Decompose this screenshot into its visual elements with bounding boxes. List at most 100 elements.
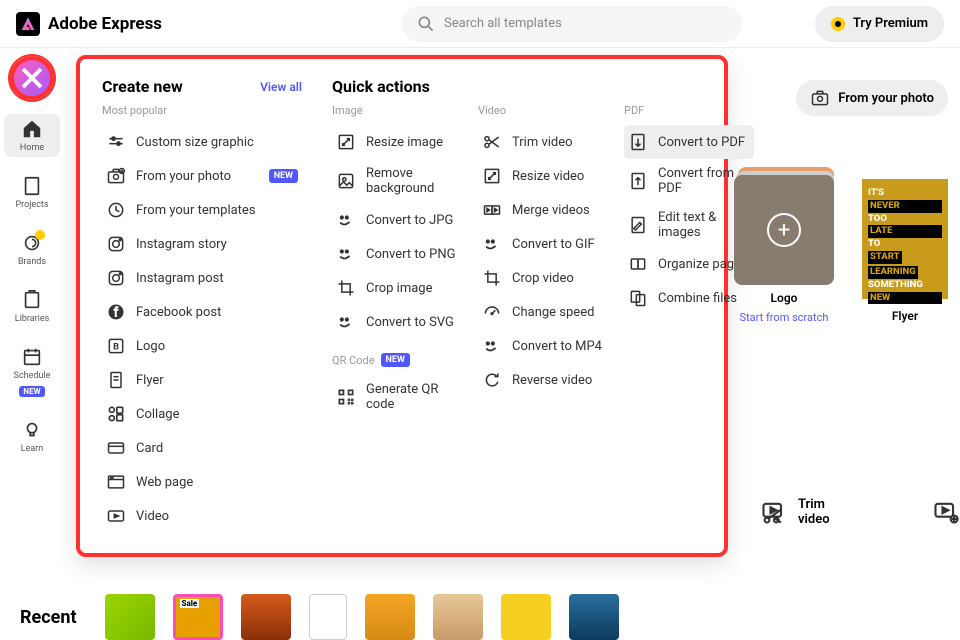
search-placeholder: Search all templates xyxy=(444,16,562,31)
menu-item-convert-to-pdf[interactable]: Convert to PDF xyxy=(624,125,754,159)
schedule-icon xyxy=(21,346,43,368)
menu-item-crop-video[interactable]: Crop video xyxy=(478,261,608,295)
search-input[interactable]: Search all templates xyxy=(402,6,742,42)
crop-icon xyxy=(482,268,502,288)
libraries-icon xyxy=(21,289,43,311)
adobe-logo-icon xyxy=(16,12,40,36)
share-video-tile[interactable] xyxy=(932,497,960,527)
menu-item-convert-to-mp4[interactable]: Convert to MP4 xyxy=(478,329,608,363)
menu-item-convert-to-svg[interactable]: Convert to SVG xyxy=(332,305,462,339)
menu-item-video[interactable]: Video xyxy=(102,499,302,533)
search-icon xyxy=(416,14,436,34)
starter-cards: + Logo Start from scratch IT'S NEVER TOO… xyxy=(734,175,952,324)
resize-icon xyxy=(482,166,502,186)
combine-icon xyxy=(628,288,648,308)
menu-item-convert-to-gif[interactable]: Convert to GIF xyxy=(478,227,608,261)
menu-item-change-speed[interactable]: Change speed xyxy=(478,295,608,329)
trim-video-tile[interactable]: Trim video xyxy=(760,497,852,527)
menu-item-collage[interactable]: Collage xyxy=(102,397,302,431)
plus-icon: + xyxy=(767,213,801,247)
nav-projects[interactable]: Projects xyxy=(4,171,60,214)
recent-thumb[interactable] xyxy=(433,594,483,640)
menu-item-trim-video[interactable]: Trim video xyxy=(478,125,608,159)
view-all-link[interactable]: View all xyxy=(260,80,302,94)
nav-brands[interactable]: Brands xyxy=(4,228,60,271)
menu-item-custom-size-graphic[interactable]: Custom size graphic xyxy=(102,125,302,159)
brand-name: Adobe Express xyxy=(48,14,162,34)
nav-libraries[interactable]: Libraries xyxy=(4,285,60,328)
pdffrom-icon xyxy=(628,171,648,191)
menu-item-card[interactable]: Card xyxy=(102,431,302,465)
learn-icon xyxy=(21,419,43,441)
recent-thumb[interactable] xyxy=(309,594,347,640)
svg-text:B: B xyxy=(113,342,119,352)
menu-item-resize-image[interactable]: Resize image xyxy=(332,125,462,159)
share-video-icon xyxy=(932,498,960,526)
create-new-heading: Create new xyxy=(102,77,183,96)
organize-icon xyxy=(628,254,648,274)
templates-icon xyxy=(106,200,126,220)
recent-thumb[interactable] xyxy=(569,594,619,640)
ig-icon xyxy=(106,234,126,254)
edit-icon xyxy=(628,215,648,235)
recent-thumb[interactable] xyxy=(501,594,551,640)
menu-item-remove-background[interactable]: Remove background xyxy=(332,159,462,203)
menu-item-crop-image[interactable]: Crop image xyxy=(332,271,462,305)
recent-thumb[interactable]: Sale xyxy=(173,594,223,640)
logo-card-thumb: + xyxy=(734,175,834,285)
menu-item-generate-qr-code[interactable]: Generate QR code xyxy=(332,375,462,419)
menu-item-facebook-post[interactable]: Facebook post xyxy=(102,295,302,329)
menu-item-instagram-post[interactable]: Instagram post xyxy=(102,261,302,295)
menu-item-logo[interactable]: BLogo xyxy=(102,329,302,363)
nav-home[interactable]: Home xyxy=(4,114,60,157)
video-icon xyxy=(106,506,126,526)
left-sidebar: Home Projects Brands Libraries Schedule … xyxy=(0,48,64,640)
menu-item-convert-to-jpg[interactable]: Convert to JPG xyxy=(332,203,462,237)
menu-item-reverse-video[interactable]: Reverse video xyxy=(478,363,608,397)
menu-item-instagram-story[interactable]: Instagram story xyxy=(102,227,302,261)
convert-icon xyxy=(482,234,502,254)
logo-card[interactable]: + Logo Start from scratch xyxy=(734,175,834,324)
photo-icon xyxy=(106,166,126,186)
menu-item-flyer[interactable]: Flyer xyxy=(102,363,302,397)
quick-actions-heading: Quick actions xyxy=(332,77,430,96)
brands-icon xyxy=(21,232,43,254)
menu-item-resize-video[interactable]: Resize video xyxy=(478,159,608,193)
nav-learn[interactable]: Learn xyxy=(4,415,60,458)
quick-action-strip: Trim video xyxy=(760,497,960,527)
recent-thumb[interactable] xyxy=(365,594,415,640)
convert-icon xyxy=(336,312,356,332)
qr-icon xyxy=(336,387,356,407)
nav-schedule[interactable]: Schedule NEW xyxy=(4,342,60,401)
menu-item-from-your-templates[interactable]: From your templates xyxy=(102,193,302,227)
recent-thumb[interactable] xyxy=(105,594,155,640)
from-your-photo-button[interactable]: From your photo xyxy=(796,80,948,116)
flyer-card-thumb: IT'S NEVER TOO LATE TO START LEARNING SO… xyxy=(858,175,952,303)
menu-item-from-your-photo[interactable]: From your photoNEW xyxy=(102,159,302,193)
crop-icon xyxy=(336,278,356,298)
menu-item-merge-videos[interactable]: Merge videos xyxy=(478,193,608,227)
flyer-card[interactable]: IT'S NEVER TOO LATE TO START LEARNING SO… xyxy=(858,175,952,324)
menu-item-web-page[interactable]: Web page xyxy=(102,465,302,499)
pdf-icon xyxy=(628,132,648,152)
resize-icon xyxy=(336,132,356,152)
try-premium-button[interactable]: Try Premium xyxy=(815,6,944,42)
close-create-button[interactable] xyxy=(10,56,54,100)
removebg-icon xyxy=(336,171,356,191)
premium-icon xyxy=(831,17,845,31)
logo-icon: B xyxy=(106,336,126,356)
convert-icon xyxy=(336,244,356,264)
menu-item-convert-to-png[interactable]: Convert to PNG xyxy=(332,237,462,271)
recent-section: Recent Sale xyxy=(20,594,619,640)
fb-icon xyxy=(106,302,126,322)
recent-thumb[interactable] xyxy=(241,594,291,640)
brand-logo[interactable]: Adobe Express xyxy=(16,12,162,36)
convert-icon xyxy=(482,336,502,356)
custom-icon xyxy=(106,132,126,152)
speed-icon xyxy=(482,302,502,322)
flyer-icon xyxy=(106,370,126,390)
start-from-scratch-link[interactable]: Start from scratch xyxy=(740,311,829,324)
collage-icon xyxy=(106,404,126,424)
projects-icon xyxy=(21,175,43,197)
home-icon xyxy=(21,118,43,140)
